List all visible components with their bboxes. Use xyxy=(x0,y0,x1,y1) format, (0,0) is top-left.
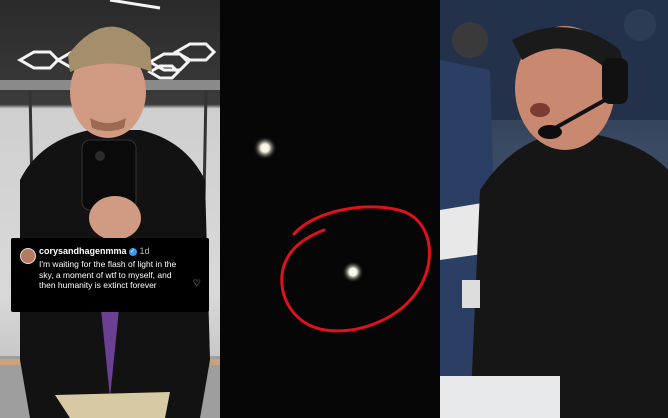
commenter-avatar xyxy=(20,248,36,264)
heart-icon: ♡ xyxy=(192,278,201,288)
verified-badge-icon: ✓ xyxy=(128,247,137,256)
commentary-desk xyxy=(440,376,560,418)
headset-microphone xyxy=(538,125,562,139)
sky-light-circled xyxy=(342,261,364,283)
commentator-reaction-photo xyxy=(440,0,668,418)
water-bottle xyxy=(462,280,480,308)
open-mouth xyxy=(530,103,550,117)
comment-time: 1d xyxy=(139,246,150,256)
comment-text: I'm waiting for the flash of light in th… xyxy=(39,259,177,290)
instagram-comment-card: corysandhagenmma ✓ 1d I'm waiting for the … xyxy=(11,238,209,312)
phone-camera xyxy=(95,151,105,161)
night-sky-scene xyxy=(253,136,431,333)
mirror-selfie-photo: corysandhagenmma ✓ 1d I'm waiting for the … xyxy=(0,0,220,418)
comment-username: corysandhagenmma xyxy=(39,246,127,256)
comment-header: corysandhagenmma ✓ 1d xyxy=(39,246,201,257)
crowd-person xyxy=(452,22,488,58)
mirror-selfie-scene xyxy=(0,0,220,418)
black-shirt xyxy=(470,131,668,418)
commentator-scene xyxy=(440,0,668,418)
photo-collage: corysandhagenmma ✓ 1d I'm waiting for the … xyxy=(0,0,668,418)
sky-light-upper xyxy=(253,136,277,160)
headset-earcup xyxy=(602,58,628,104)
night-sky-photo xyxy=(220,0,440,418)
crowd-person xyxy=(624,9,656,41)
hand xyxy=(89,196,141,240)
khaki-pants xyxy=(55,392,170,418)
